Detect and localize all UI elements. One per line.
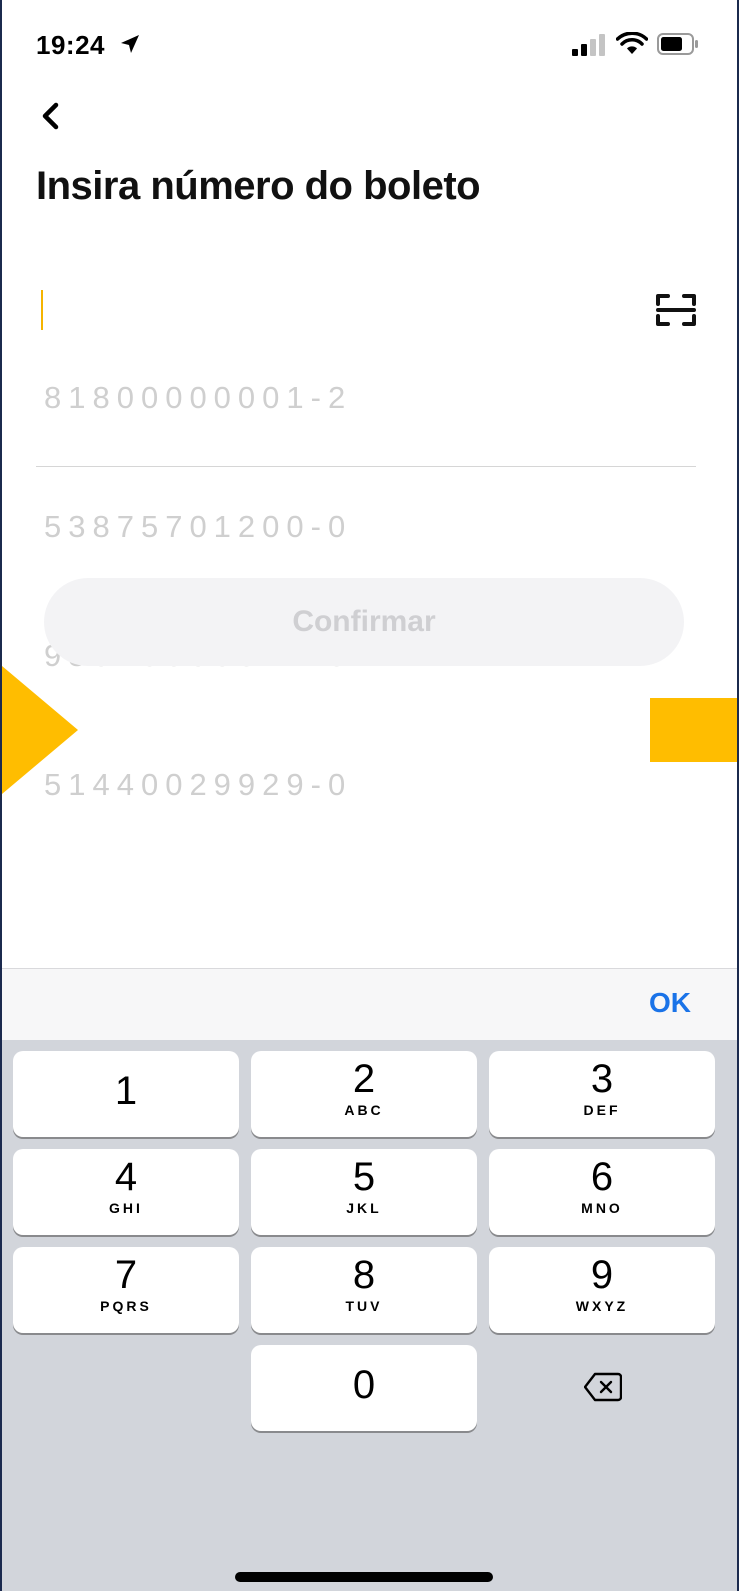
key-digit: 2 (352, 1057, 376, 1101)
key-4[interactable]: 4 GHI (13, 1149, 239, 1235)
key-digit: 5 (352, 1155, 376, 1199)
key-1[interactable]: 1 (13, 1051, 239, 1137)
key-digit: 7 (114, 1253, 138, 1297)
signal-icon (572, 34, 605, 56)
key-8[interactable]: 8 TUV (251, 1247, 477, 1333)
key-7[interactable]: 7 PQRS (13, 1247, 239, 1333)
keyboard-accessory-bar: OK (2, 968, 737, 1041)
key-digit: 1 (114, 1069, 138, 1113)
ok-button[interactable]: OK (649, 987, 691, 1019)
key-3[interactable]: 3 DEF (489, 1051, 715, 1137)
placeholder-line: 81800000001-2 (44, 380, 353, 415)
barcode-scan-icon[interactable] (654, 292, 698, 328)
key-0[interactable]: 0 (251, 1345, 477, 1431)
phone-screen: 19:24 Insira número do boleto 8180000000… (2, 0, 737, 1591)
backspace-icon (584, 1372, 622, 1402)
placeholder-line: 53875701200-0 (44, 509, 353, 544)
key-letters: MNO (581, 1200, 623, 1216)
confirm-button[interactable]: Confirmar (44, 578, 684, 666)
page-title: Insira número do boleto (36, 164, 481, 208)
key-digit: 9 (590, 1253, 614, 1297)
key-letters: PQRS (100, 1298, 152, 1314)
key-letters: TUV (345, 1298, 383, 1314)
placeholder-line: 51440029929-0 (44, 767, 353, 802)
battery-icon (657, 33, 698, 55)
location-arrow-icon (121, 35, 139, 53)
key-letters: WXYZ (575, 1298, 629, 1314)
key-6[interactable]: 6 MNO (489, 1149, 715, 1235)
key-9[interactable]: 9 WXYZ (489, 1247, 715, 1333)
key-digit: 0 (352, 1363, 376, 1407)
status-time: 19:24 (36, 30, 105, 60)
boleto-number-input[interactable]: 81800000001-2 53875701200-0 93010000074-… (36, 282, 698, 802)
text-caret (41, 290, 43, 330)
key-2[interactable]: 2 ABC (251, 1051, 477, 1137)
chevron-left-icon[interactable] (32, 96, 72, 136)
key-digit: 6 (590, 1155, 614, 1199)
pointer-marker (650, 698, 737, 762)
status-bar: 19:24 (2, 0, 737, 90)
wifi-icon (616, 32, 648, 54)
key-digit: 4 (114, 1155, 138, 1199)
key-5[interactable]: 5 JKL (251, 1149, 477, 1235)
backspace-key[interactable] (489, 1346, 715, 1432)
pointer-arrow-icon (2, 666, 78, 794)
key-digit: 8 (352, 1253, 376, 1297)
key-letters: ABC (344, 1102, 384, 1118)
key-letters: GHI (109, 1200, 143, 1216)
home-indicator[interactable] (235, 1572, 493, 1582)
key-letters: JKL (346, 1200, 382, 1216)
key-letters: DEF (583, 1102, 621, 1118)
key-digit: 3 (590, 1057, 614, 1101)
